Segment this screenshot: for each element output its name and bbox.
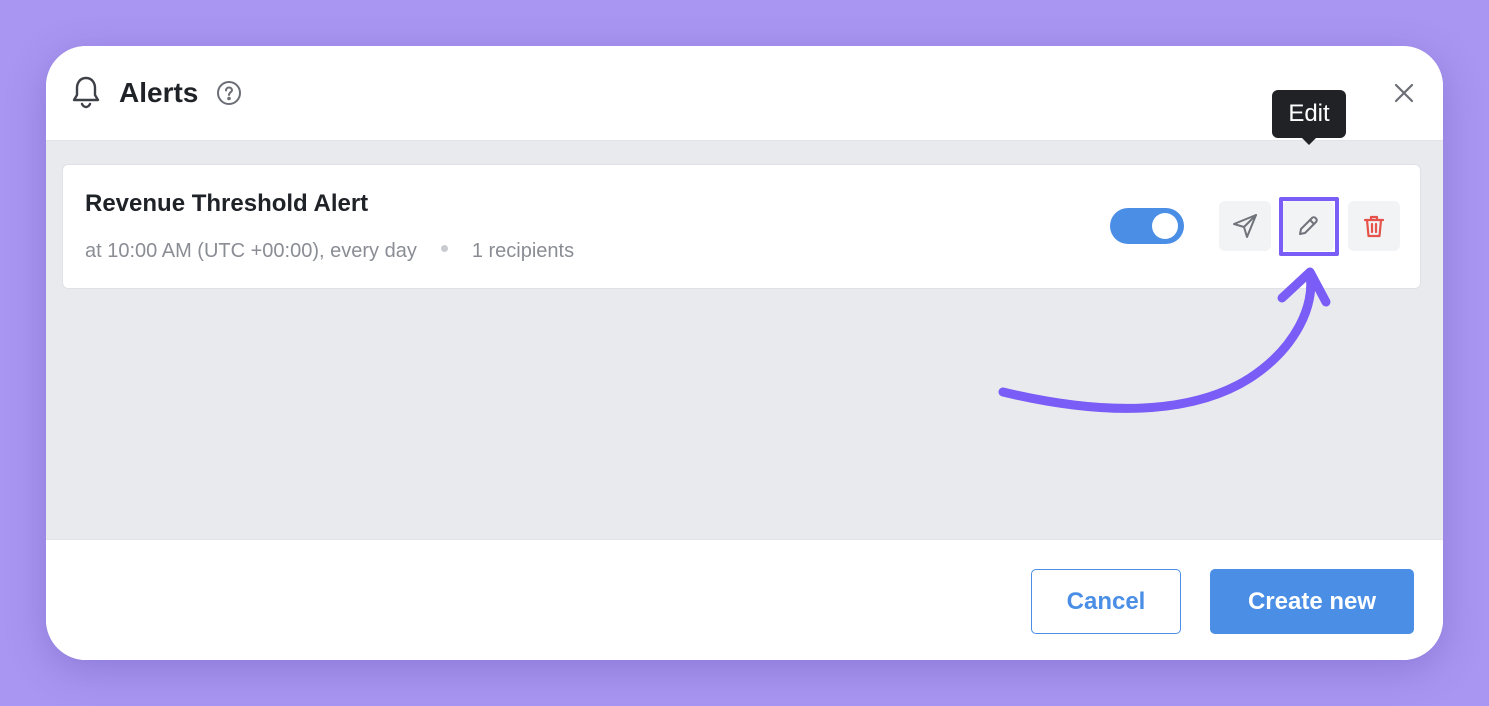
bell-icon [72,76,100,109]
alert-card: Revenue Threshold Alert at 10:00 AM (UTC… [62,164,1421,289]
trash-icon [1363,215,1385,238]
alert-recipients: 1 recipients [471,240,575,262]
alert-schedule: at 10:00 AM (UTC +00:00), every day [85,240,417,262]
send-icon [1233,214,1257,238]
toggle-knob [1152,213,1178,239]
pencil-icon [1299,216,1318,235]
alert-meta: at 10:00 AM (UTC +00:00), every day 1 rec… [85,238,574,264]
dialog-title: Alerts [119,77,199,108]
create-new-button[interactable]: Create new [1210,569,1414,634]
edit-button[interactable] [1282,201,1334,251]
alert-name: Revenue Threshold Alert [85,190,369,217]
cancel-button[interactable]: Cancel [1031,569,1181,634]
close-icon[interactable] [1390,79,1418,107]
dialog-header: Alerts [46,46,1443,141]
edit-tooltip: Edit [1272,90,1346,138]
help-icon[interactable] [216,80,242,106]
tooltip-arrow [1302,138,1316,145]
separator-dot [440,245,448,253]
tooltip-text: Edit [1288,100,1330,127]
alert-enabled-toggle[interactable] [1110,208,1184,244]
send-button[interactable] [1219,201,1271,251]
delete-button[interactable] [1348,201,1400,251]
alerts-dialog: Alerts Revenue Threshold Alert at 10:00 … [46,46,1443,660]
dialog-body: Revenue Threshold Alert at 10:00 AM (UTC… [46,90,1443,539]
dialog-footer: Cancel Create new [46,539,1443,660]
